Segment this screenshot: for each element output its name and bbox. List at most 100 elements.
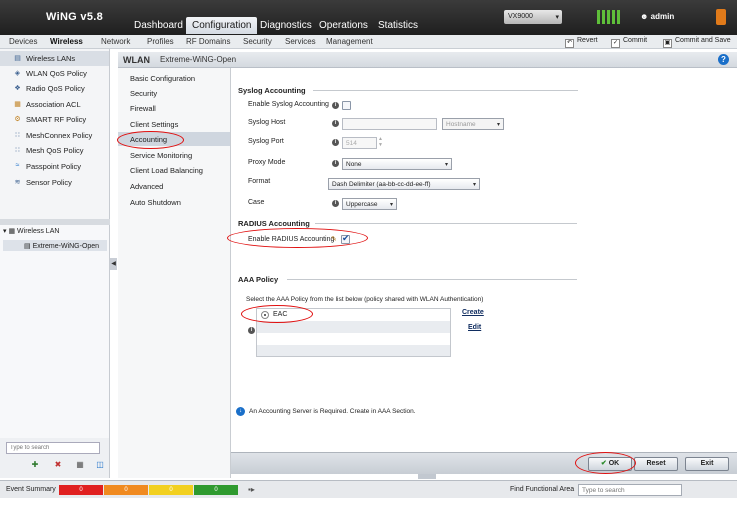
list-item[interactable]: EAC [257, 309, 450, 321]
rename-icon[interactable]: ◫ [95, 460, 105, 469]
revert-icon: ↶ [565, 39, 574, 48]
exit-button[interactable]: Exit [685, 457, 729, 471]
nav-association-acl[interactable]: ▦ Association ACL [0, 97, 109, 112]
aaa-policy-radio[interactable] [261, 311, 269, 319]
radius-heading: RADIUS Accounting [238, 219, 310, 228]
case-select[interactable]: Uppercase ▾ [342, 198, 397, 210]
save-icon: ▣ [663, 39, 672, 48]
mesh-icon: ∷ [15, 132, 20, 139]
wlan-name: Extreme-WiNG-Open [160, 55, 237, 64]
syslog-port-value: 514 [346, 140, 357, 147]
port-stepper-icon[interactable]: ▲ ▼ [378, 136, 383, 148]
nav-smart-rf-policy[interactable]: ⚙ SMART RF Policy [0, 112, 109, 127]
nav-mesh-qos-policy[interactable]: ∷ Mesh QoS Policy [0, 143, 109, 158]
tab-statistics[interactable]: Statistics [372, 17, 424, 34]
tab-dashboard[interactable]: Dashboard [128, 17, 189, 34]
nav-wireless-lans[interactable]: ▤ Wireless LANs [0, 51, 109, 66]
nav-meshconnex-policy[interactable]: ∷ MeshConnex Policy [0, 128, 109, 143]
create-aaa-link[interactable]: Create [462, 309, 484, 316]
left-search-area: ✚ ✖ ▦ ◫ [0, 438, 110, 478]
nav-label: SMART RF Policy [26, 115, 87, 124]
accounting-notice: ↓ An Accounting Server is Required. Crea… [236, 407, 416, 416]
aaa-policy-list: EAC [256, 308, 451, 357]
proxy-mode-select[interactable]: None ▾ [342, 158, 452, 170]
edit-aaa-link[interactable]: Edit [468, 324, 481, 331]
wlan-title: WLAN [123, 55, 150, 65]
left-search-input[interactable] [6, 442, 100, 454]
nav-radio-qos-policy[interactable]: ❖ Radio QoS Policy [0, 81, 109, 96]
enable-syslog-checkbox[interactable] [342, 101, 351, 110]
chevron-down-icon: ▾ [555, 14, 559, 21]
find-area-input[interactable] [578, 484, 682, 496]
event-critical-count[interactable]: 0 [59, 485, 103, 495]
section-firewall[interactable]: Firewall [118, 101, 230, 115]
case-value: Uppercase [346, 201, 378, 208]
tab-configuration[interactable]: Configuration [186, 17, 258, 34]
subtab-rf-domains[interactable]: RF Domains [186, 37, 230, 46]
divider [287, 279, 577, 280]
tab-operations[interactable]: Operations [313, 17, 374, 34]
subtab-security[interactable]: Security [243, 37, 272, 46]
tree-item-wlan[interactable]: ▤ Extreme-WiNG-Open [24, 242, 99, 250]
acl-icon: ▦ [14, 101, 21, 108]
section-advanced[interactable]: Advanced [118, 179, 230, 193]
section-client-settings[interactable]: Client Settings [118, 117, 230, 131]
section-accounting[interactable]: Accounting [118, 132, 230, 146]
syslog-host-input[interactable] [342, 118, 437, 130]
enable-radius-label: Enable RADIUS Accounting [248, 236, 335, 243]
event-summary-bar: Event Summary 0 0 0 0 ▪▸ Find Functional… [0, 480, 737, 498]
nav-sensor-policy[interactable]: ≋ Sensor Policy [0, 175, 109, 190]
nav-wlan-qos-policy[interactable]: ◈ WLAN QoS Policy [0, 66, 109, 81]
wireless-lans-icon: ▤ [14, 55, 21, 62]
commit-save-button[interactable]: ▣ Commit and Save [663, 37, 731, 48]
collapse-panel-icon[interactable]: ◀ [110, 258, 117, 270]
app-logo: WiNG v5.8 [46, 11, 104, 23]
camera-icon[interactable]: ▪▸ [248, 485, 255, 494]
revert-button[interactable]: ↶ Revert [565, 37, 598, 48]
section-client-load-balancing[interactable]: Client Load Balancing [118, 163, 230, 177]
help-icon[interactable]: ? [718, 54, 729, 65]
nav-label: MeshConnex Policy [26, 131, 93, 140]
format-select[interactable]: Dash Delimiter (aa-bb-cc-dd-ee-ff) ▾ [328, 178, 480, 190]
delete-icon[interactable]: ✖ [53, 460, 63, 469]
nav-label: Wireless LANs [26, 54, 76, 63]
reset-button[interactable]: Reset [634, 457, 678, 471]
ok-label: OK [608, 460, 620, 467]
ok-button[interactable]: ✔ OK [588, 457, 632, 471]
tab-diagnostics[interactable]: Diagnostics [254, 17, 318, 34]
chevron-down-icon: ▾ [496, 122, 500, 128]
aaa-heading: AAA Policy [238, 275, 279, 284]
add-icon[interactable]: ✚ [30, 460, 40, 469]
enable-syslog-label: Enable Syslog Accounting [248, 101, 329, 108]
status-bars-icon [597, 10, 622, 26]
logout-icon[interactable] [716, 9, 726, 25]
subtab-services[interactable]: Services [285, 37, 316, 46]
section-service-monitoring[interactable]: Service Monitoring [118, 148, 230, 162]
scroll-grip-icon[interactable] [418, 474, 436, 479]
device-selector[interactable]: VX9000 ▾ [504, 10, 562, 24]
event-major-count[interactable]: 0 [104, 485, 148, 495]
commit-label: Commit [623, 37, 648, 44]
event-minor-count[interactable]: 0 [149, 485, 193, 495]
syslog-host-label: Syslog Host [248, 119, 286, 126]
event-info-count[interactable]: 0 [194, 485, 238, 495]
subtab-network[interactable]: Network [101, 37, 130, 46]
section-security[interactable]: Security [118, 86, 230, 100]
subtab-management[interactable]: Management [326, 37, 373, 46]
tree-root[interactable]: ▾ ▦ Wireless LAN [3, 227, 59, 235]
case-label: Case [248, 199, 265, 206]
subtab-devices[interactable]: Devices [9, 37, 37, 46]
enable-radius-checkbox[interactable] [341, 233, 350, 244]
info-icon: i [332, 160, 339, 167]
copy-icon[interactable]: ▦ [75, 460, 85, 469]
tree-item-label: Extreme-WiNG-Open [32, 243, 100, 250]
section-auto-shutdown[interactable]: Auto Shutdown [118, 195, 230, 209]
subtab-wireless[interactable]: Wireless [50, 37, 83, 46]
syslog-port-input[interactable]: 514 [342, 137, 377, 149]
subtab-profiles[interactable]: Profiles [147, 37, 174, 46]
commit-button[interactable]: ✓ Commit [611, 37, 647, 48]
nav-passpoint-policy[interactable]: ≈ Passpoint Policy [0, 159, 109, 174]
section-basic-configuration[interactable]: Basic Configuration [118, 71, 230, 85]
host-type-select[interactable]: Hostname ▾ [442, 118, 504, 130]
user-name[interactable]: ☻ admin [640, 12, 674, 21]
